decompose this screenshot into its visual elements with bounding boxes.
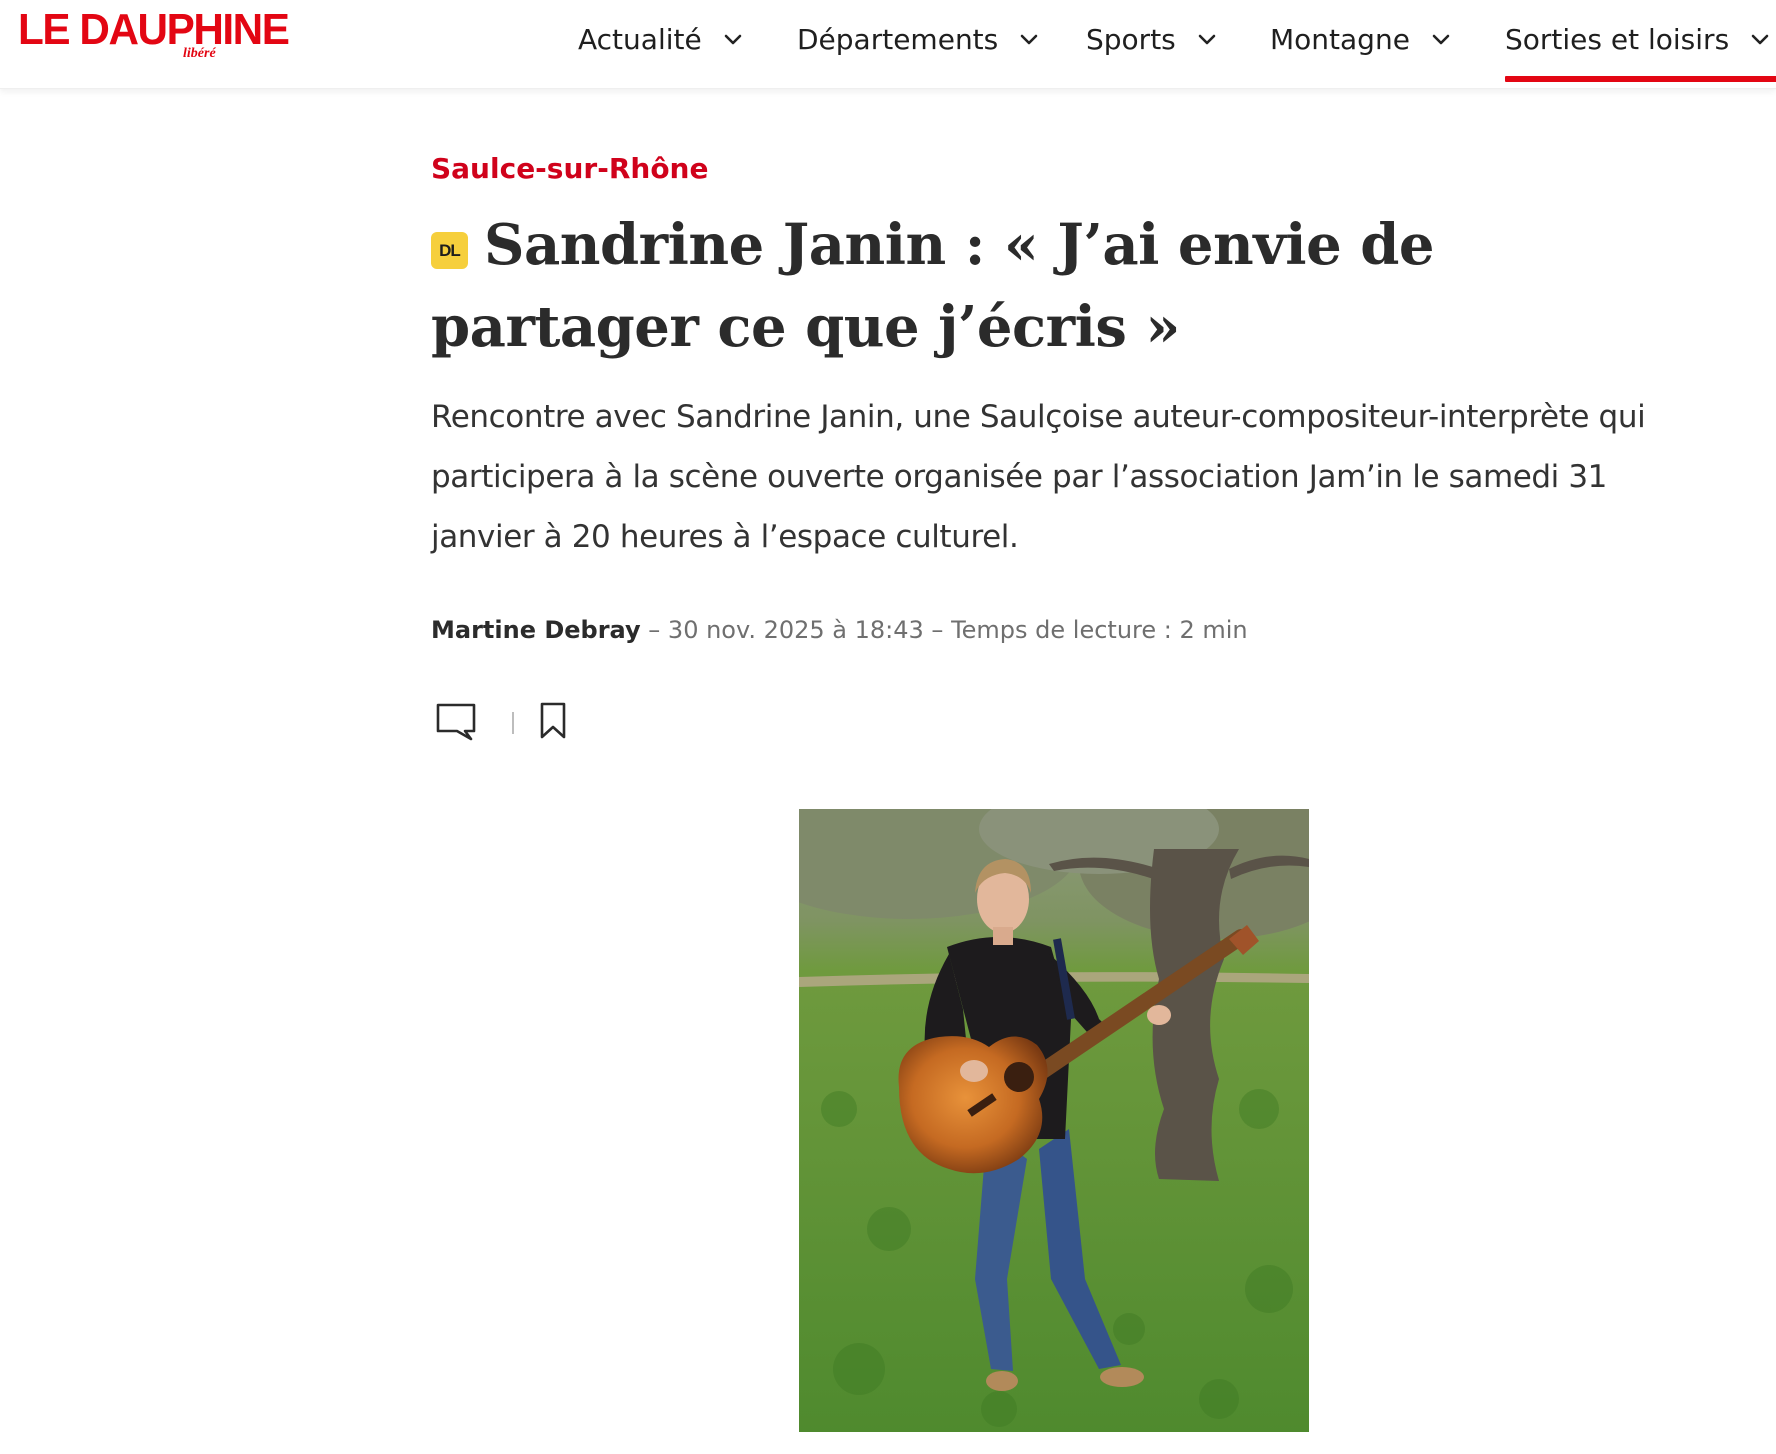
bookmark-icon[interactable] — [539, 702, 567, 740]
author-name[interactable]: Martine Debray — [431, 616, 641, 644]
nav-item-actualite[interactable]: Actualité — [578, 16, 744, 62]
chevron-down-icon — [1198, 34, 1216, 45]
article-byline: Martine Debray – 30 nov. 2025 à 18:43 – … — [431, 616, 1248, 644]
site-logo[interactable]: LE DAUPHINE libéré — [18, 8, 303, 66]
comment-icon[interactable] — [435, 702, 477, 742]
chevron-down-icon — [724, 34, 742, 45]
nav-item-sorties-et-loisirs[interactable]: Sorties et loisirs — [1505, 16, 1776, 82]
nav-item-label: Montagne — [1270, 22, 1410, 56]
nav-item-montagne[interactable]: Montagne — [1270, 16, 1452, 62]
woman-with-acoustic-guitar-photo — [799, 809, 1309, 1432]
site-header: LE DAUPHINE libéré Actualité Département… — [0, 0, 1776, 89]
article-kicker-location[interactable]: Saulce-sur-Rhône — [431, 152, 708, 185]
logo-wordmark: LE DAUPHINE — [18, 5, 290, 54]
article-photo — [799, 809, 1309, 1432]
nav-item-label: Sports — [1086, 22, 1176, 56]
dl-badge-icon: DL — [431, 232, 468, 269]
byline-separator: – — [640, 616, 668, 644]
article-title: DL Sandrine Janin : « J’ai envie de parta… — [431, 204, 1671, 368]
reading-time: Temps de lecture : 2 min — [951, 616, 1248, 644]
nav-item-label: Sorties et loisirs — [1505, 22, 1730, 56]
nav-item-label: Départements — [797, 22, 999, 56]
nav-item-label: Actualité — [578, 22, 702, 56]
nav-item-sports[interactable]: Sports — [1086, 16, 1218, 62]
chevron-down-icon — [1432, 34, 1450, 45]
chevron-down-icon — [1751, 34, 1769, 45]
chevron-down-icon — [1020, 34, 1038, 45]
publish-date: 30 nov. 2025 à 18:43 — [667, 616, 924, 644]
byline-separator: – — [923, 616, 952, 644]
nav-item-departements[interactable]: Départements — [797, 16, 1040, 62]
article-lead: Rencontre avec Sandrine Janin, une Saulç… — [431, 399, 1646, 555]
action-divider — [512, 712, 514, 734]
logo-subtitle: libéré — [183, 46, 216, 61]
article-title-text: Sandrine Janin : « J’ai envie de partage… — [431, 212, 1434, 360]
